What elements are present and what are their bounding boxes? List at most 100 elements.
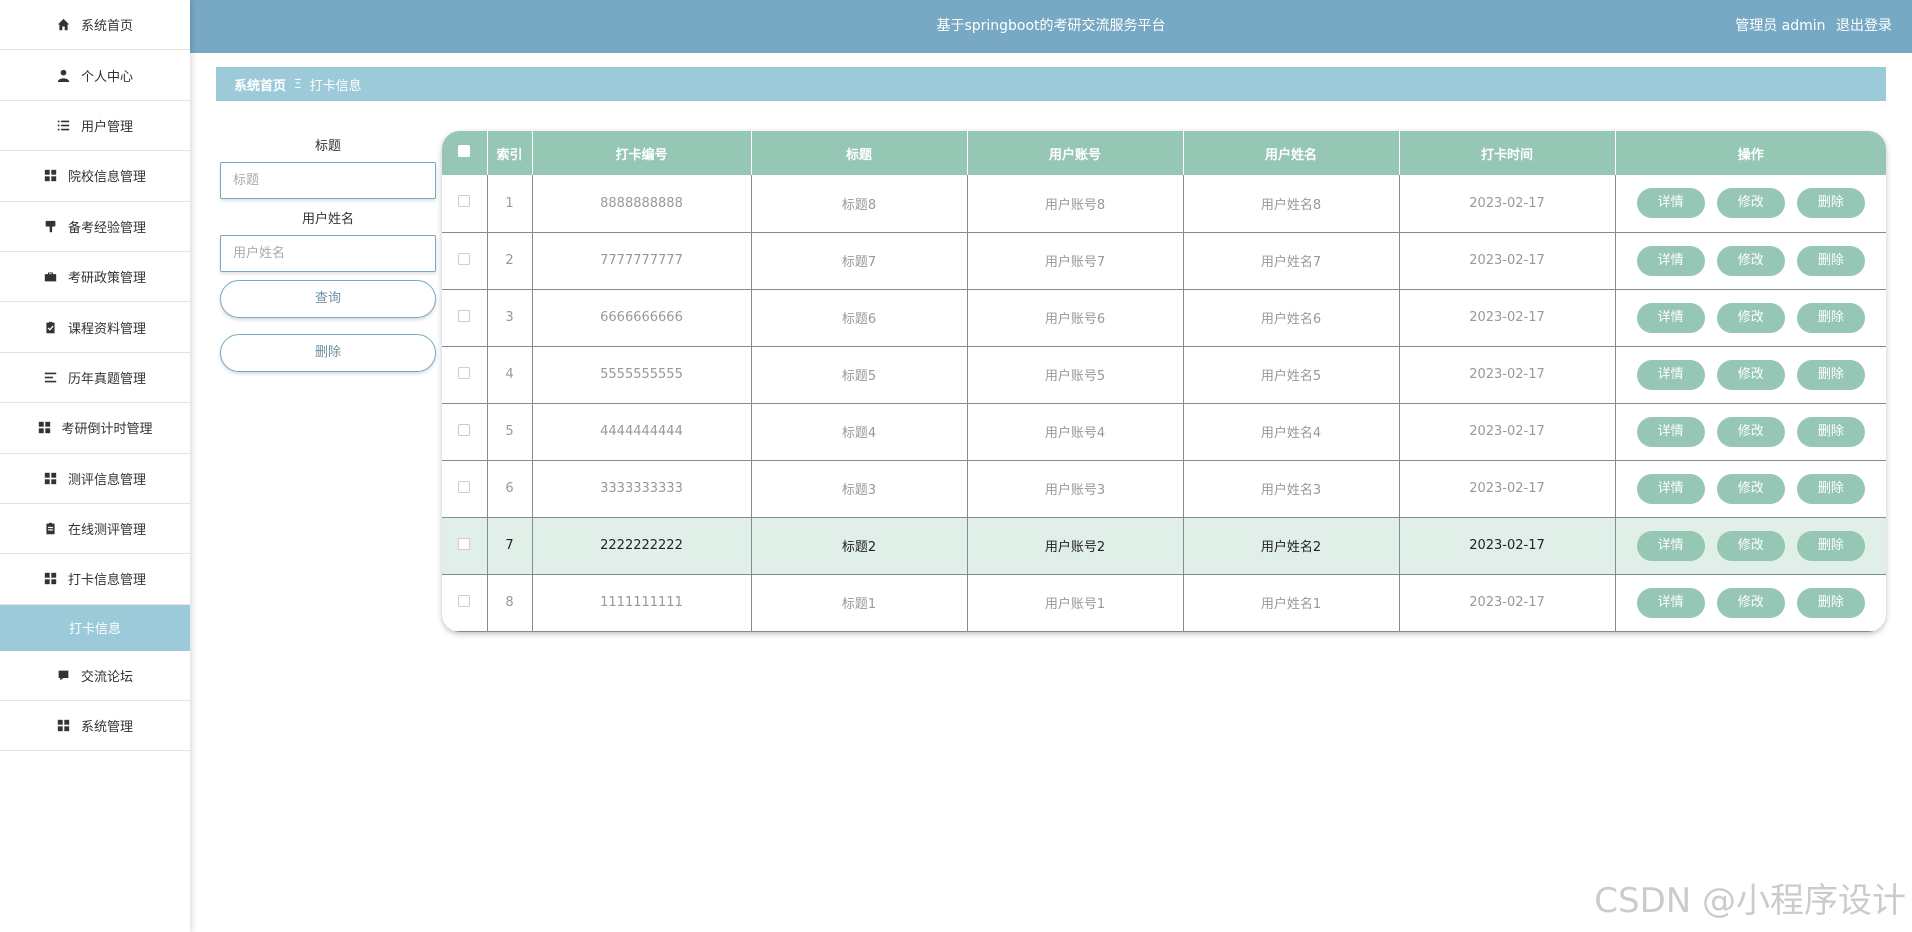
cell-name: 用户姓名5 xyxy=(1183,346,1400,404)
cell-account: 用户账号8 xyxy=(967,175,1184,233)
delete-button[interactable]: 删除 xyxy=(1796,473,1865,504)
delete-button[interactable]: 删除 xyxy=(1796,530,1865,561)
top-header: 基于springboot的考研交流服务平台 管理员 admin 退出登录 xyxy=(190,0,1912,53)
edit-button[interactable]: 修改 xyxy=(1716,416,1785,447)
sidebar-item-users[interactable]: 用户管理 xyxy=(0,101,190,152)
column-header: 打卡编号 xyxy=(532,131,752,175)
table-row[interactable]: 2 7777777777 标题7 用户账号7 用户姓名7 2023-02-17 详情 修改… xyxy=(442,232,1886,290)
edit-button[interactable]: 修改 xyxy=(1716,188,1785,219)
sidebar-item-label: 课程资料管理 xyxy=(67,321,146,337)
sidebar-item-countdown[interactable]: 考研倒计时管理 xyxy=(0,403,190,454)
detail-button[interactable]: 详情 xyxy=(1636,587,1705,618)
query-button[interactable]: 查询 xyxy=(220,280,436,318)
delete-button[interactable]: 删除 xyxy=(1796,302,1865,333)
cell-title: 标题8 xyxy=(751,175,968,233)
sidebar-item-checkin[interactable]: 打卡信息 xyxy=(0,604,190,651)
cell-code: 6666666666 xyxy=(532,289,752,347)
detail-button[interactable]: 详情 xyxy=(1636,359,1705,390)
chat-icon xyxy=(57,668,71,682)
table-row[interactable]: 5 4444444444 标题4 用户账号4 用户姓名4 2023-02-17 详情 修改… xyxy=(442,403,1886,461)
batch-delete-button[interactable]: 删除 xyxy=(220,334,436,372)
breadcrumb-home[interactable]: 系统首页 xyxy=(234,75,286,94)
sidebar-item-assessment[interactable]: 测评信息管理 xyxy=(0,454,190,504)
clipboard-icon xyxy=(44,522,58,536)
sidebar-item-policy[interactable]: 考研政策管理 xyxy=(0,252,190,303)
column-header: 标题 xyxy=(751,131,968,175)
cell-actions: 详情 修改 删除 xyxy=(1615,232,1886,290)
sidebar-item-label: 个人中心 xyxy=(80,69,133,85)
row-checkbox[interactable] xyxy=(458,252,471,265)
data-table: 索引 打卡编号 标题 用户账号 用户姓名 打卡时间 操作 1 8888888888… xyxy=(442,131,1886,632)
sidebar-item-system[interactable]: 系统管理 xyxy=(0,701,190,752)
column-header: 用户账号 xyxy=(967,131,1184,175)
row-checkbox[interactable] xyxy=(458,309,471,322)
table-header-row: 索引 打卡编号 标题 用户账号 用户姓名 打卡时间 操作 xyxy=(442,131,1886,175)
detail-button[interactable]: 详情 xyxy=(1636,416,1705,447)
logout-link[interactable]: 退出登录 xyxy=(1836,18,1892,34)
table-row[interactable]: 8 1111111111 标题1 用户账号1 用户姓名1 2023-02-17 详情 修改… xyxy=(442,574,1886,632)
row-select-cell xyxy=(442,346,488,404)
table-row[interactable]: 6 3333333333 标题3 用户账号3 用户姓名3 2023-02-17 详情 修改… xyxy=(442,460,1886,518)
edit-button[interactable]: 修改 xyxy=(1716,587,1785,618)
breadcrumb-current: 打卡信息 xyxy=(309,78,362,94)
table-row[interactable]: 4 5555555555 标题5 用户账号5 用户姓名5 2023-02-17 详情 修改… xyxy=(442,346,1886,404)
sidebar-item-checkin-manage[interactable]: 打卡信息管理 xyxy=(0,554,190,605)
cell-index: 2 xyxy=(487,232,533,290)
row-checkbox[interactable] xyxy=(458,480,471,493)
detail-button[interactable]: 详情 xyxy=(1636,188,1705,219)
cell-account: 用户账号1 xyxy=(967,574,1184,632)
sidebar-item-profile[interactable]: 个人中心 xyxy=(0,50,190,101)
table-row[interactable]: 3 6666666666 标题6 用户账号6 用户姓名6 2023-02-17 详情 修改… xyxy=(442,289,1886,347)
cell-actions: 详情 修改 删除 xyxy=(1615,175,1886,233)
row-checkbox[interactable] xyxy=(458,537,471,550)
row-checkbox[interactable] xyxy=(458,195,471,208)
cell-title: 标题4 xyxy=(751,403,968,461)
sidebar-item-label: 院校信息管理 xyxy=(67,170,146,186)
table-row[interactable]: 1 8888888888 标题8 用户账号8 用户姓名8 2023-02-17 详情 修改… xyxy=(442,175,1886,233)
edit-button[interactable]: 修改 xyxy=(1716,302,1785,333)
sidebar-item-schools[interactable]: 院校信息管理 xyxy=(0,151,190,202)
sidebar-item-exams[interactable]: 历年真题管理 xyxy=(0,353,190,404)
clipboard-check-icon xyxy=(44,320,58,334)
name-input[interactable] xyxy=(220,235,436,272)
title-input[interactable] xyxy=(220,162,436,199)
cell-code: 3333333333 xyxy=(532,460,752,518)
row-select-cell xyxy=(442,517,488,575)
detail-button[interactable]: 详情 xyxy=(1636,530,1705,561)
grid-icon xyxy=(57,719,71,733)
sidebar-item-experience[interactable]: 备考经验管理 xyxy=(0,202,190,252)
sidebar-item-online-test[interactable]: 在线测评管理 xyxy=(0,504,190,555)
delete-button[interactable]: 删除 xyxy=(1796,245,1865,276)
delete-button[interactable]: 删除 xyxy=(1796,359,1865,390)
select-all-checkbox[interactable] xyxy=(458,145,471,157)
delete-button[interactable]: 删除 xyxy=(1796,416,1865,447)
sidebar-item-forum[interactable]: 交流论坛 xyxy=(0,651,190,702)
detail-button[interactable]: 详情 xyxy=(1636,473,1705,504)
cell-code: 7777777777 xyxy=(532,232,752,290)
sidebar-item-home[interactable]: 系统首页 xyxy=(0,0,190,51)
edit-button[interactable]: 修改 xyxy=(1716,473,1785,504)
sidebar-item-label: 交流论坛 xyxy=(80,669,133,685)
sidebar-item-course[interactable]: 课程资料管理 xyxy=(0,302,190,353)
cell-time: 2023-02-17 xyxy=(1399,232,1616,290)
list-icon xyxy=(57,118,71,132)
edit-button[interactable]: 修改 xyxy=(1716,245,1785,276)
detail-button[interactable]: 详情 xyxy=(1636,245,1705,276)
table-row[interactable]: 7 2222222222 标题2 用户账号2 用户姓名2 2023-02-17 详情 修改… xyxy=(442,517,1886,575)
app-title: 基于springboot的考研交流服务平台 xyxy=(936,18,1166,34)
detail-button[interactable]: 详情 xyxy=(1636,302,1705,333)
row-checkbox[interactable] xyxy=(458,366,471,379)
grid-icon xyxy=(37,421,51,435)
edit-button[interactable]: 修改 xyxy=(1716,530,1785,561)
cell-title: 标题1 xyxy=(751,574,968,632)
row-checkbox[interactable] xyxy=(458,594,471,607)
cell-name: 用户姓名8 xyxy=(1183,175,1400,233)
title-label: 标题 xyxy=(314,139,341,154)
edit-button[interactable]: 修改 xyxy=(1716,359,1785,390)
row-checkbox[interactable] xyxy=(458,423,471,436)
delete-button[interactable]: 删除 xyxy=(1796,587,1865,618)
cell-actions: 详情 修改 删除 xyxy=(1615,346,1886,404)
delete-button[interactable]: 删除 xyxy=(1796,188,1865,219)
sidebar-item-label: 用户管理 xyxy=(80,119,133,135)
cell-name: 用户姓名1 xyxy=(1183,574,1400,632)
